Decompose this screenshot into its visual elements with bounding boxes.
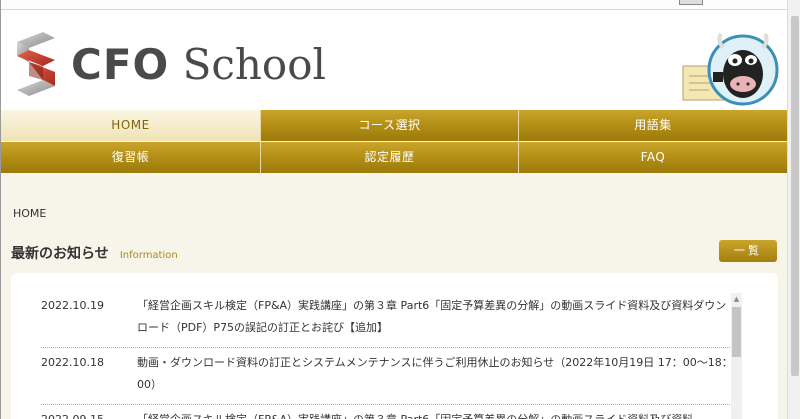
- breadcrumb[interactable]: HOME: [13, 207, 46, 220]
- nav-certification-history[interactable]: 認定履歴: [261, 142, 519, 173]
- page-scrollbar[interactable]: [787, 0, 800, 419]
- news-item[interactable]: 2022.10.19 「経営企画スキル検定（FP&A）実践講座」の第３章 Par…: [41, 291, 736, 348]
- news-link[interactable]: 「経営企画スキル検定（FP&A）実践講座」の第３章 Part6「固定予算差異の分…: [137, 295, 736, 339]
- page-scroll-thumb[interactable]: [791, 16, 799, 376]
- news-date: 2022.10.18: [41, 356, 104, 369]
- logo-wordmark[interactable]: CFO School: [71, 42, 326, 88]
- news-item[interactable]: 2022.09.15 「経営企画スキル検定（FP&A）実践講座」の第３章 Par…: [41, 405, 736, 419]
- browser-frame: CFO School HOME コース選択 用語集 復習帳 認定履歴 FAQ H…: [0, 0, 800, 419]
- news-item[interactable]: 2022.10.18 動画・ダウンロード資料の訂正とシステムメンテナンスに伴うご…: [41, 348, 736, 405]
- news-date: 2022.09.15: [41, 409, 137, 419]
- scroll-thumb[interactable]: [732, 307, 741, 357]
- news-list: 2022.10.19 「経営企画スキル検定（FP&A）実践講座」の第３章 Par…: [41, 291, 736, 419]
- news-link[interactable]: 動画・ダウンロード資料の訂正とシステムメンテナンスに伴うご利用休止のお知らせ（2…: [137, 352, 736, 396]
- news-date: 2022.10.19: [41, 299, 104, 312]
- nav-course-select[interactable]: コース選択: [261, 110, 519, 141]
- news-scrollbar[interactable]: ▲: [731, 293, 742, 419]
- main-content: HOME 最新のお知らせ Information 一覧 2022.10.19 「…: [1, 174, 787, 419]
- main-nav: HOME コース選択 用語集 復習帳 認定履歴 FAQ: [1, 110, 787, 174]
- news-panel: 2022.10.19 「経営企画スキル検定（FP&A）実践講座」の第３章 Par…: [11, 273, 778, 419]
- nav-faq[interactable]: FAQ: [519, 142, 787, 173]
- section-title: 最新のお知らせ: [11, 246, 109, 262]
- top-strip: [1, 0, 800, 10]
- section-heading: 最新のお知らせ Information: [11, 243, 178, 263]
- site-header: CFO School: [1, 10, 800, 110]
- logo-cfo: CFO: [71, 40, 170, 89]
- cow-mascot-icon: [682, 32, 779, 106]
- top-control[interactable]: [679, 0, 703, 5]
- nav-home[interactable]: HOME: [1, 110, 261, 141]
- logo-school: School: [182, 40, 326, 89]
- nav-review-book[interactable]: 復習帳: [1, 142, 261, 173]
- scroll-up-icon[interactable]: ▲: [732, 295, 741, 303]
- view-all-button[interactable]: 一覧: [719, 240, 777, 262]
- section-subtitle: Information: [119, 250, 178, 261]
- news-link[interactable]: 「経営企画スキル検定（FP&A）実践講座」の第３章 Part6「固定予算差異の分…: [137, 409, 736, 419]
- logo-s-icon: [17, 32, 55, 96]
- nav-glossary[interactable]: 用語集: [519, 110, 787, 141]
